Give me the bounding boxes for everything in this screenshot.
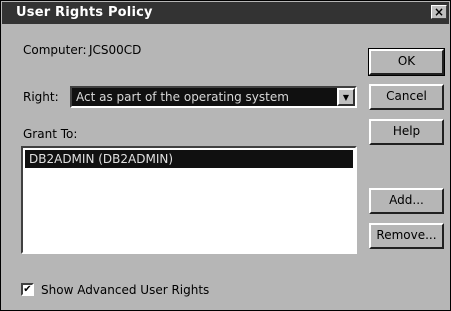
title-bar[interactable]: User Rights Policy × xyxy=(2,2,449,24)
remove-button[interactable]: Remove... xyxy=(369,223,444,249)
help-button[interactable]: Help xyxy=(369,119,444,145)
window-title: User Rights Policy xyxy=(16,5,153,20)
grant-to-list[interactable]: DB2ADMIN (DB2ADMIN) xyxy=(21,146,357,254)
ok-button[interactable]: OK xyxy=(368,48,445,76)
computer-label: Computer: xyxy=(23,43,87,57)
user-rights-policy-dialog: User Rights Policy × Computer: JCS00CD R… xyxy=(0,0,451,311)
dropdown-button[interactable]: ▼ xyxy=(337,88,355,106)
close-icon: × xyxy=(433,5,445,19)
computer-value: JCS00CD xyxy=(89,43,142,57)
right-label: Right: xyxy=(23,90,59,104)
list-item[interactable]: DB2ADMIN (DB2ADMIN) xyxy=(25,150,353,168)
add-button[interactable]: Add... xyxy=(369,188,444,214)
show-advanced-label[interactable]: Show Advanced User Rights xyxy=(41,283,209,297)
close-button[interactable]: × xyxy=(431,5,447,19)
check-mark-icon: ✔ xyxy=(23,284,32,295)
show-advanced-checkbox[interactable]: ✔ xyxy=(21,283,34,296)
cancel-button[interactable]: Cancel xyxy=(369,84,444,110)
right-dropdown-value: Act as part of the operating system xyxy=(76,90,289,104)
grant-to-label: Grant To: xyxy=(23,127,78,141)
chevron-down-icon: ▼ xyxy=(342,92,350,102)
right-dropdown[interactable]: Act as part of the operating system ▼ xyxy=(70,86,357,108)
